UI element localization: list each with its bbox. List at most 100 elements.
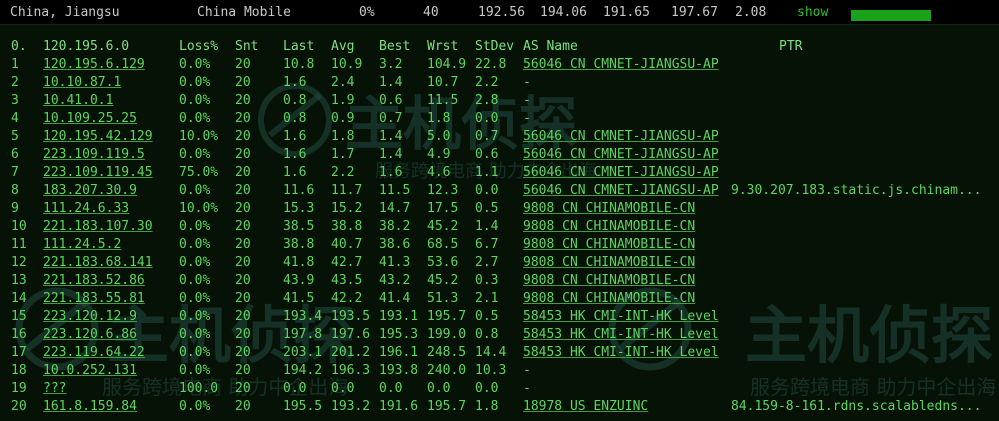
cell-loss: 0.0% [179, 57, 211, 72]
host-link[interactable]: 223.109.119.5 [43, 147, 145, 162]
col-loss-header: Loss% [179, 39, 219, 54]
asname-link[interactable]: 58453 HK CMI-INT-HK Level [523, 309, 719, 324]
host-link[interactable]: 161.8.159.84 [43, 399, 137, 414]
mtr-row: 13 221.183.52.86 0.0% 20 43.9 43.5 43.2 45.2 0.3… [0, 272, 999, 290]
cell-best: 11.5 [379, 183, 411, 198]
asname-link[interactable]: 56046 CN CMNET-JIANGSU-AP [523, 129, 719, 144]
host-link[interactable]: 10.109.25.25 [43, 111, 137, 126]
col-host-header: 120.195.6.0 [43, 39, 130, 54]
asname-link[interactable]: 18978 US ENZUINC [523, 399, 648, 414]
mtr-row: 6 223.109.119.5 0.0% 20 1.6 1.7 1.4 4.9 0.6 56046… [0, 146, 999, 164]
summary-stdev: 2.08 [735, 5, 767, 20]
host-link[interactable]: 221.183.55.81 [43, 291, 145, 306]
cell-loss: 0.0% [179, 255, 211, 270]
col-last-header: Last [283, 39, 315, 54]
host-link[interactable]: 120.195.42.129 [43, 129, 153, 144]
host-link[interactable]: ??? [43, 381, 66, 396]
col-wrst-header: Wrst [427, 39, 459, 54]
cell-loss: 0.0% [179, 219, 211, 234]
host-link[interactable]: 183.207.30.9 [43, 183, 137, 198]
cell-snt: 20 [235, 165, 251, 180]
host-link[interactable]: 221.183.52.86 [43, 273, 145, 288]
cell-snt: 20 [235, 309, 251, 324]
host-link[interactable]: 221.183.107.30 [43, 219, 153, 234]
asname-link[interactable]: 58453 HK CMI-INT-HK Level [523, 327, 719, 342]
cell-avg: 40.7 [331, 237, 363, 252]
asname-link[interactable]: 9808 CN CHINAMOBILE-CN [523, 291, 695, 306]
cell-best: 191.6 [379, 399, 419, 414]
host-link[interactable]: 221.183.68.141 [43, 255, 153, 270]
host-link[interactable]: 111.24.6.33 [43, 201, 129, 216]
mtr-header-row: 0. 120.195.6.0 Loss% Snt Last Avg Best W… [0, 38, 999, 56]
cell-hop: 2 [11, 75, 19, 90]
cell-stdev: 0.0 [475, 381, 499, 396]
asname-link: - [523, 111, 531, 126]
asname-link[interactable]: 9808 CN CHINAMOBILE-CN [523, 255, 695, 270]
asname-link[interactable]: 56046 CN CMNET-JIANGSU-AP [523, 147, 719, 162]
host-link[interactable]: 111.24.5.2 [43, 237, 121, 252]
cell-stdev: 0.6 [475, 147, 499, 162]
asname-link[interactable]: 9808 CN CHINAMOBILE-CN [523, 219, 695, 234]
cell-best: 3.2 [379, 57, 403, 72]
asname-link[interactable]: 9808 CN CHINAMOBILE-CN [523, 273, 695, 288]
cell-avg: 0.0 [331, 381, 355, 396]
cell-wrst: 0.0 [427, 381, 451, 396]
mtr-row: 4 10.109.25.25 0.0% 20 0.8 0.9 0.7 1.8 0.0 - [0, 110, 999, 128]
host-link[interactable]: 223.120.12.9 [43, 309, 137, 324]
mtr-row: 20 161.8.159.84 0.0% 20 195.5 193.2 191.6 195.7… [0, 398, 999, 416]
cell-snt: 20 [235, 219, 251, 234]
show-toggle-link[interactable]: show [797, 5, 828, 20]
cell-snt: 20 [235, 399, 251, 414]
cell-stdev: 1.8 [475, 399, 499, 414]
cell-loss: 0.0% [179, 147, 211, 162]
cell-hop: 16 [11, 327, 27, 342]
col-ptr-header: PTR [779, 39, 803, 54]
cell-wrst: 12.3 [427, 183, 459, 198]
cell-snt: 20 [235, 327, 251, 342]
host-link[interactable]: 120.195.6.129 [43, 57, 145, 72]
cell-last: 0.8 [283, 111, 307, 126]
cell-stdev: 0.7 [475, 129, 499, 144]
cell-hop: 6 [11, 147, 19, 162]
asname-link: - [523, 363, 531, 378]
asname-link[interactable]: 56046 CN CMNET-JIANGSU-AP [523, 165, 719, 180]
cell-snt: 20 [235, 129, 251, 144]
cell-hop: 8 [11, 183, 19, 198]
host-link[interactable]: 223.109.119.45 [43, 165, 153, 180]
cell-hop: 19 [11, 381, 27, 396]
cell-snt: 20 [235, 237, 251, 252]
cell-loss: 0.0% [179, 237, 211, 252]
cell-loss: 10.0% [179, 129, 219, 144]
cell-snt: 20 [235, 363, 251, 378]
cell-last: 1.6 [283, 75, 307, 90]
cell-best: 1.6 [379, 165, 403, 180]
cell-last: 38.5 [283, 219, 315, 234]
cell-avg: 42.2 [331, 291, 363, 306]
cell-wrst: 195.7 [427, 399, 467, 414]
mtr-row: 3 10.41.0.1 0.0% 20 0.8 1.9 0.6 11.5 2.8 - [0, 92, 999, 110]
cell-hop: 4 [11, 111, 19, 126]
host-link[interactable]: 223.119.64.22 [43, 345, 145, 360]
cell-last: 15.3 [283, 201, 315, 216]
host-link[interactable]: 223.120.6.86 [43, 327, 137, 342]
cell-wrst: 45.2 [427, 273, 459, 288]
host-link[interactable]: 10.0.252.131 [43, 363, 137, 378]
asname-link[interactable]: 9808 CN CHINAMOBILE-CN [523, 237, 695, 252]
cell-best: 41.3 [379, 255, 411, 270]
asname-link[interactable]: 56046 CN CMNET-JIANGSU-AP [523, 183, 719, 198]
mtr-result-panel: 主机侦探 服务跨境电商 助力中企出海 主机侦探 服务跨境电商 助力中企出海 主机… [0, 24, 999, 421]
host-link[interactable]: 10.10.87.1 [43, 75, 121, 90]
cell-loss: 0.0% [179, 93, 211, 108]
cell-last: 193.4 [283, 309, 323, 324]
cell-wrst: 195.7 [427, 309, 467, 324]
host-link[interactable]: 10.41.0.1 [43, 93, 113, 108]
cell-snt: 20 [235, 75, 251, 90]
cell-avg: 201.2 [331, 345, 371, 360]
cell-snt: 20 [235, 255, 251, 270]
cell-best: 43.2 [379, 273, 411, 288]
asname-link[interactable]: 58453 HK CMI-INT-HK Level [523, 345, 719, 360]
cell-best: 195.3 [379, 327, 419, 342]
asname-link[interactable]: 9808 CN CHINAMOBILE-CN [523, 201, 695, 216]
asname-link[interactable]: 56046 CN CMNET-JIANGSU-AP [523, 57, 719, 72]
mtr-row: 10 221.183.107.30 0.0% 20 38.5 38.8 38.2 45.2 1.… [0, 218, 999, 236]
